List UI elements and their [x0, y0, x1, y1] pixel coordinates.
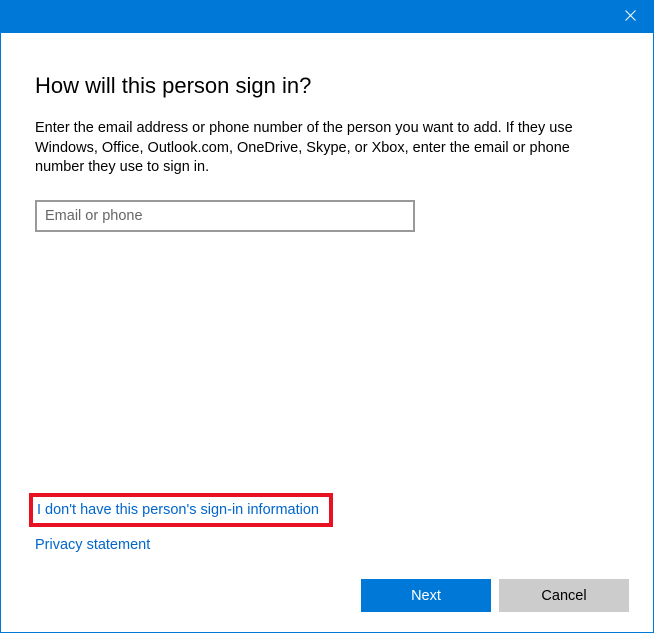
no-signin-info-link[interactable]: I don't have this person's sign-in infor… [37, 502, 319, 518]
dialog-description: Enter the email address or phone number … [35, 119, 595, 178]
next-button[interactable]: Next [361, 579, 491, 612]
titlebar [1, 1, 653, 33]
button-row: Next Cancel [361, 579, 629, 612]
dialog-heading: How will this person sign in? [35, 73, 619, 99]
privacy-statement-link[interactable]: Privacy statement [35, 537, 150, 553]
dialog-content: How will this person sign in? Enter the … [1, 33, 653, 632]
cancel-button[interactable]: Cancel [499, 579, 629, 612]
links-area: I don't have this person's sign-in infor… [35, 493, 333, 554]
email-phone-input[interactable] [35, 200, 415, 232]
highlight-annotation: I don't have this person's sign-in infor… [29, 493, 333, 527]
dialog-window: How will this person sign in? Enter the … [0, 0, 654, 633]
close-button[interactable] [607, 1, 653, 33]
close-icon [625, 8, 636, 26]
